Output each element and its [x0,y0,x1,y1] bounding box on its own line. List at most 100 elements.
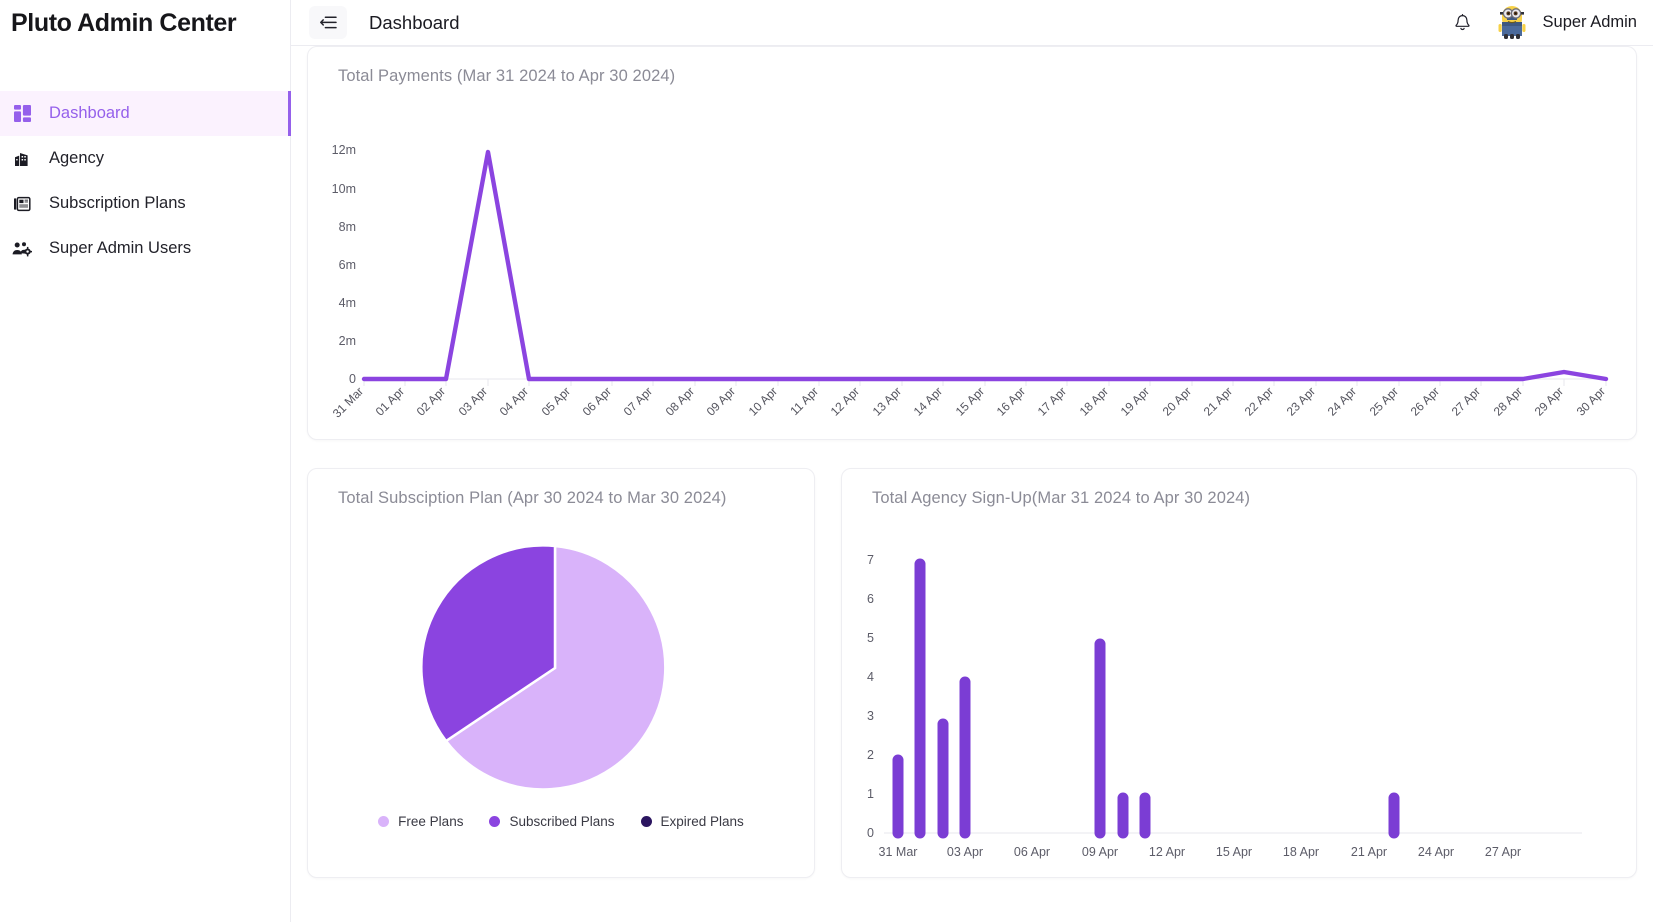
svg-text:10 Apr: 10 Apr [746,384,780,418]
pie-chart-svg [420,544,667,791]
svg-text:05 Apr: 05 Apr [539,384,573,418]
legend-item-free-plans[interactable]: Free Plans [378,814,463,829]
svg-text:24 Apr: 24 Apr [1325,384,1359,418]
sidebar-item-subscription-plans[interactable]: Subscription Plans [0,181,290,226]
svg-text:22 Apr: 22 Apr [1242,384,1276,418]
legend-dot-subscribed-plans [489,816,501,827]
payments-line [361,149,1609,382]
collapse-sidebar-icon [319,15,337,30]
svg-text:21 Apr: 21 Apr [1201,384,1235,418]
svg-text:28 Apr: 28 Apr [1491,384,1525,418]
total-subscription-plan-title: Total Subsciption Plan (Apr 30 2024 to M… [338,489,727,507]
svg-text:15 Apr: 15 Apr [953,384,987,418]
svg-text:11 Apr: 11 Apr [787,384,821,418]
x-axis-labels: 31 Mar 03 Apr 06 Apr 09 Apr 12 Apr 15 Ap… [879,845,1522,859]
svg-text:02 Apr: 02 Apr [414,384,448,418]
content-column: Dashboard Super Admin Total Payments (Ma… [291,0,1653,922]
svg-text:24 Apr: 24 Apr [1418,845,1454,859]
notifications-button[interactable] [1441,3,1485,43]
svg-text:06 Apr: 06 Apr [1014,845,1050,859]
svg-text:1: 1 [867,787,874,801]
brand-title: Pluto Admin Center [11,8,237,37]
x-axis-labels: 31 Mar 01 Apr 02 Apr 03 Apr 04 Apr 05 Ap… [330,384,1608,420]
topbar: Dashboard Super Admin [291,0,1653,46]
dashboard-grid-icon [11,103,33,125]
svg-text:27 Apr: 27 Apr [1449,384,1483,418]
bars [892,558,1400,839]
bar-chart-svg: 7 6 5 4 3 2 1 0 31 Mar 03 Apr 06 Apr 09 … [867,553,1582,859]
svg-text:27 Apr: 27 Apr [1485,845,1521,859]
svg-text:12 Apr: 12 Apr [1149,845,1185,859]
svg-text:8m: 8m [339,220,356,234]
svg-text:4: 4 [867,670,874,684]
svg-text:13 Apr: 13 Apr [870,384,904,418]
svg-text:06 Apr: 06 Apr [580,384,614,418]
total-agency-signup-chart: 7 6 5 4 3 2 1 0 31 Mar 03 Apr 06 Apr 09 … [842,508,1636,878]
pie-legend: Free Plans Subscribed Plans Expired Plan… [308,814,814,829]
svg-text:29 Apr: 29 Apr [1532,384,1566,418]
sidebar-item-label: Subscription Plans [49,194,186,212]
total-subscription-plan-chart [308,508,814,808]
svg-text:2m: 2m [339,334,356,348]
svg-text:2: 2 [867,748,874,762]
svg-text:4m: 4m [339,296,356,310]
app-root: Pluto Admin Center Dashboard Agency Subs… [0,0,1653,922]
building-icon [11,148,33,170]
svg-text:30 Apr: 30 Apr [1574,384,1608,418]
charts-row: Total Subsciption Plan (Apr 30 2024 to M… [307,468,1637,878]
svg-text:5: 5 [867,631,874,645]
total-payments-chart: 12m 10m 8m 6m 4m 2m 0 31 Mar 01 Apr 02 A… [308,86,1636,426]
svg-text:03 Apr: 03 Apr [456,384,490,418]
svg-text:21 Apr: 21 Apr [1351,845,1387,859]
svg-text:0: 0 [867,826,874,840]
svg-text:08 Apr: 08 Apr [663,384,697,418]
total-subscription-plan-card: Total Subsciption Plan (Apr 30 2024 to M… [307,468,815,878]
svg-text:10m: 10m [332,182,356,196]
legend-dot-expired-plans [640,816,652,827]
legend-dot-free-plans [378,816,390,827]
svg-text:14 Apr: 14 Apr [911,384,945,418]
svg-text:09 Apr: 09 Apr [704,384,738,418]
svg-text:19 Apr: 19 Apr [1118,384,1152,418]
svg-text:16 Apr: 16 Apr [994,384,1028,418]
total-agency-signup-card: Total Agency Sign-Up(Mar 31 2024 to Apr … [841,468,1637,878]
minion-avatar [1498,5,1526,39]
collapse-sidebar-button[interactable] [309,6,347,39]
total-payments-card: Total Payments (Mar 31 2024 to Apr 30 20… [307,46,1637,440]
topbar-right: Super Admin [1441,3,1637,43]
sidebar-item-label: Super Admin Users [49,239,192,257]
svg-text:0: 0 [349,372,356,386]
sidebar-item-super-admin-users[interactable]: Super Admin Users [0,226,290,271]
svg-text:25 Apr: 25 Apr [1367,384,1401,418]
svg-text:31 Mar: 31 Mar [879,845,918,859]
y-axis-ticks: 7 6 5 4 3 2 1 0 [867,553,874,840]
avatar[interactable] [1493,4,1531,42]
users-gear-icon [11,238,33,260]
y-axis-ticks: 12m 10m 8m 6m 4m 2m 0 [332,143,356,386]
svg-text:31 Mar: 31 Mar [330,384,366,420]
page-title: Dashboard [369,11,460,33]
sidebar-item-label: Agency [49,149,105,167]
dashboard-main: Total Payments (Mar 31 2024 to Apr 30 20… [291,46,1653,922]
newspaper-icon [11,193,33,215]
legend-item-expired-plans[interactable]: Expired Plans [640,814,744,829]
legend-label: Subscribed Plans [509,814,615,829]
svg-text:04 Apr: 04 Apr [497,384,531,418]
svg-text:7: 7 [867,553,874,567]
svg-text:18 Apr: 18 Apr [1077,384,1111,418]
line-chart-svg: 12m 10m 8m 6m 4m 2m 0 31 Mar 01 Apr 02 A… [330,143,1609,421]
svg-text:6: 6 [867,592,874,606]
sidebar-item-agency[interactable]: Agency [0,136,290,181]
svg-text:03 Apr: 03 Apr [947,845,983,859]
sidebar-item-dashboard[interactable]: Dashboard [0,91,291,136]
svg-text:26 Apr: 26 Apr [1408,384,1442,418]
svg-text:12m: 12m [332,143,356,157]
sidebar-item-label: Dashboard [49,104,130,122]
legend-item-subscribed-plans[interactable]: Subscribed Plans [489,814,615,829]
user-name: Super Admin [1542,13,1637,31]
sidebar-nav: Dashboard Agency Subscription Plans Supe… [0,91,291,271]
svg-text:20 Apr: 20 Apr [1160,384,1194,418]
svg-text:12 Apr: 12 Apr [828,384,862,418]
svg-text:15 Apr: 15 Apr [1216,845,1252,859]
svg-text:23 Apr: 23 Apr [1284,384,1318,418]
